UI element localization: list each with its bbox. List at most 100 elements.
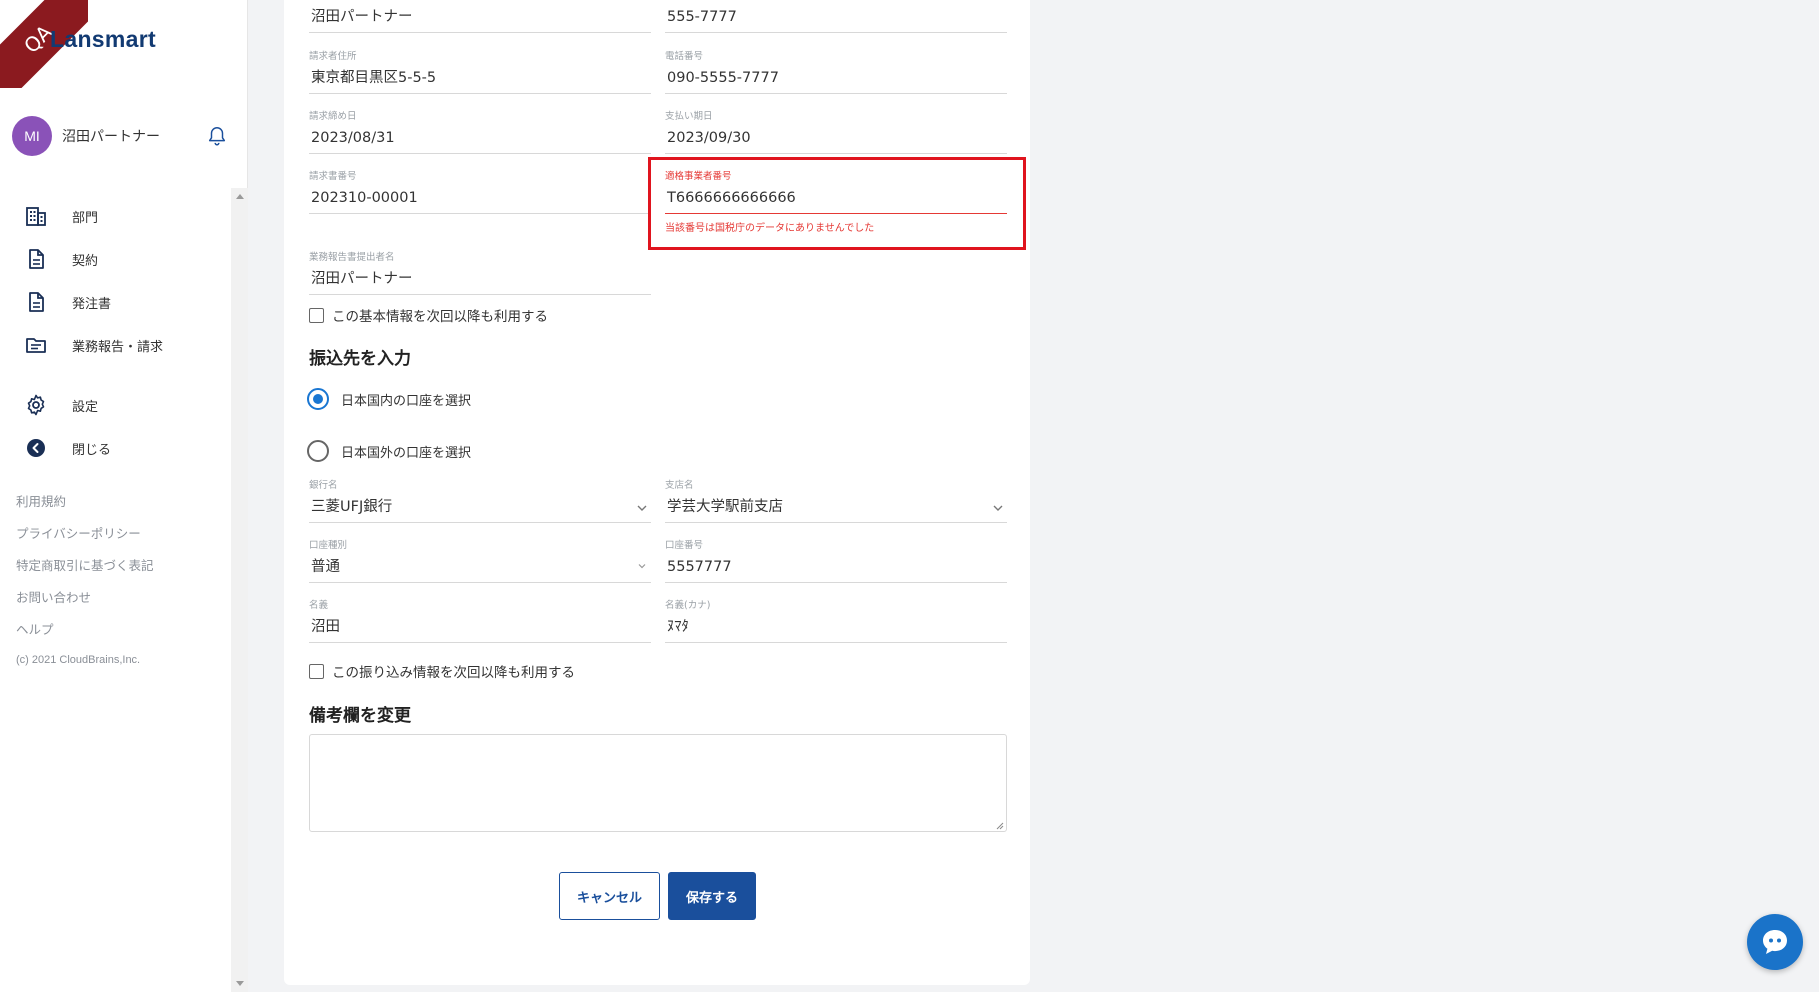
select-value[interactable]: 三菱UFJ銀行 xyxy=(309,493,651,523)
field-value[interactable]: 東京都目黒区5-5-5 xyxy=(309,64,651,94)
reuse-basic-info-checkbox[interactable]: この基本情報を次回以降も利用する xyxy=(309,305,548,325)
sidebar-item-label: 発注書 xyxy=(72,296,112,312)
field-value[interactable]: 090-5555-7777 xyxy=(665,64,1007,94)
radio-label: 日本国外の口座を選択 xyxy=(341,445,472,461)
selected-value: 学芸大学駅前支店 xyxy=(667,499,783,515)
user-name: 沼田パートナー xyxy=(62,129,160,145)
sidebar: QA Lansmart MI 沼田パートナー 部門 契約 発注書 業務報告・請求… xyxy=(0,0,248,992)
privacy-policy-link[interactable]: プライバシーポリシー xyxy=(16,523,141,542)
sidebar-item-reports-billing[interactable]: 業務報告・請求 xyxy=(24,330,163,360)
closing-date-field[interactable]: 請求締め日 2023/08/31 xyxy=(309,110,651,154)
field-label: 請求者住所 xyxy=(309,51,357,62)
bank-name-select[interactable]: 銀行名 三菱UFJ銀行 xyxy=(309,479,651,523)
sidebar-item-contracts[interactable]: 契約 xyxy=(24,244,98,274)
billing-address-field[interactable]: 請求者住所 東京都目黒区5-5-5 xyxy=(309,50,651,94)
sidebar-item-close[interactable]: 閉じる xyxy=(24,433,111,463)
folder-icon xyxy=(26,338,46,353)
document-icon xyxy=(29,249,44,269)
help-link[interactable]: ヘルプ xyxy=(16,619,54,638)
chat-bubble-icon xyxy=(1763,930,1787,954)
sidebar-item-purchase-orders[interactable]: 発注書 xyxy=(24,287,111,317)
phone-field[interactable]: 電話番号 090-5555-7777 xyxy=(665,50,1007,94)
report-submitter-field[interactable]: 業務報告書提出者名 沼田パートナー xyxy=(309,251,651,295)
radio-label: 日本国内の口座を選択 xyxy=(341,393,472,409)
radio-domestic-account[interactable]: 日本国内の口座を選択 xyxy=(307,388,471,410)
commercial-transactions-link[interactable]: 特定商取引に基づく表記 xyxy=(16,555,154,574)
checkbox-box[interactable] xyxy=(309,307,324,323)
back-arrow-icon xyxy=(27,439,45,457)
error-highlight-box xyxy=(648,157,1026,250)
copyright: (c) 2021 CloudBrains,Inc. xyxy=(16,654,141,666)
sidebar-item-label: 業務報告・請求 xyxy=(72,339,164,355)
sidebar-item-label: 閉じる xyxy=(72,442,112,458)
field-value[interactable]: 202310-00001 xyxy=(309,184,651,214)
checkbox-box[interactable] xyxy=(309,663,324,679)
field-label: 請求書番号 xyxy=(309,171,357,182)
gear-icon xyxy=(27,394,45,416)
field-value[interactable]: ﾇﾏﾀ xyxy=(665,613,1007,643)
selected-value: 三菱UFJ銀行 xyxy=(311,499,393,515)
branch-name-select[interactable]: 支店名 学芸大学駅前支店 xyxy=(665,479,1007,523)
remarks-section-title: 備考欄を変更 xyxy=(309,706,411,726)
chevron-down-icon xyxy=(638,564,646,569)
selected-value: 普通 xyxy=(311,559,340,575)
field-label: 電話番号 xyxy=(665,51,704,62)
top-phone-field[interactable]: 555-7777 xyxy=(665,0,1007,33)
field-value[interactable]: 2023/08/31 xyxy=(309,124,651,154)
save-button[interactable]: 保存する xyxy=(668,872,756,920)
chat-button[interactable] xyxy=(1747,914,1803,970)
field-value[interactable]: 555-7777 xyxy=(665,3,1007,33)
contact-link[interactable]: お問い合わせ xyxy=(16,587,91,606)
field-value[interactable]: 沼田 xyxy=(309,613,651,643)
sidebar-item-label: 設定 xyxy=(72,399,99,415)
account-type-select[interactable]: 口座種別 普通 xyxy=(309,539,651,583)
chevron-down-icon xyxy=(993,505,1003,511)
field-value[interactable]: 2023/09/30 xyxy=(665,124,1007,154)
field-value[interactable]: 沼田パートナー xyxy=(309,265,651,295)
field-label: 名義(カナ) xyxy=(665,600,711,611)
field-label: 業務報告書提出者名 xyxy=(309,252,395,263)
avatar[interactable]: MI xyxy=(12,116,52,156)
document-icon xyxy=(29,292,44,312)
sidebar-item-departments[interactable]: 部門 xyxy=(24,201,98,231)
sidebar-item-label: 部門 xyxy=(72,210,99,226)
select-value[interactable]: 学芸大学駅前支店 xyxy=(665,493,1007,523)
field-label: 名義 xyxy=(309,600,329,611)
scroll-up-arrow-icon[interactable] xyxy=(236,194,244,199)
field-label: 支店名 xyxy=(665,480,694,491)
field-label: 銀行名 xyxy=(309,480,338,491)
scroll-down-arrow-icon[interactable] xyxy=(236,981,244,986)
chevron-down-icon xyxy=(637,505,647,511)
checkbox-label: この基本情報を次回以降も利用する xyxy=(332,309,548,325)
radio-button[interactable] xyxy=(307,388,329,410)
select-value[interactable]: 普通 xyxy=(309,553,651,583)
field-value[interactable]: 5557777 xyxy=(665,553,1007,583)
field-label: 請求締め日 xyxy=(309,111,357,122)
user-block: MI 沼田パートナー xyxy=(12,116,232,156)
account-number-field[interactable]: 口座番号 5557777 xyxy=(665,539,1007,583)
invoice-number-field[interactable]: 請求書番号 202310-00001 xyxy=(309,170,651,214)
bell-icon[interactable] xyxy=(206,124,228,148)
sidebar-item-settings[interactable]: 設定 xyxy=(24,390,98,420)
reuse-transfer-info-checkbox[interactable]: この振り込み情報を次回以降も利用する xyxy=(309,661,575,681)
payment-date-field[interactable]: 支払い期日 2023/09/30 xyxy=(665,110,1007,154)
resize-grip-icon[interactable] xyxy=(996,822,1004,830)
transfer-section-title: 振込先を入力 xyxy=(309,349,411,369)
company-name-field[interactable]: 沼田パートナー xyxy=(309,0,651,33)
field-label: 口座番号 xyxy=(665,540,704,551)
cancel-button[interactable]: キャンセル xyxy=(559,872,660,920)
radio-foreign-account[interactable]: 日本国外の口座を選択 xyxy=(307,440,471,462)
app-logo[interactable]: Lansmart xyxy=(50,26,156,53)
account-holder-field[interactable]: 名義 沼田 xyxy=(309,599,651,643)
sidebar-scrollbar[interactable] xyxy=(231,188,248,992)
sidebar-item-label: 契約 xyxy=(72,253,99,269)
terms-link[interactable]: 利用規約 xyxy=(16,491,66,510)
account-holder-kana-field[interactable]: 名義(カナ) ﾇﾏﾀ xyxy=(665,599,1007,643)
field-label: 支払い期日 xyxy=(665,111,713,122)
building-icon xyxy=(26,207,46,226)
remarks-textarea[interactable] xyxy=(309,734,1007,832)
radio-button[interactable] xyxy=(307,440,329,462)
field-label: 口座種別 xyxy=(309,540,348,551)
checkbox-label: この振り込み情報を次回以降も利用する xyxy=(332,665,575,681)
field-value[interactable]: 沼田パートナー xyxy=(309,3,651,33)
